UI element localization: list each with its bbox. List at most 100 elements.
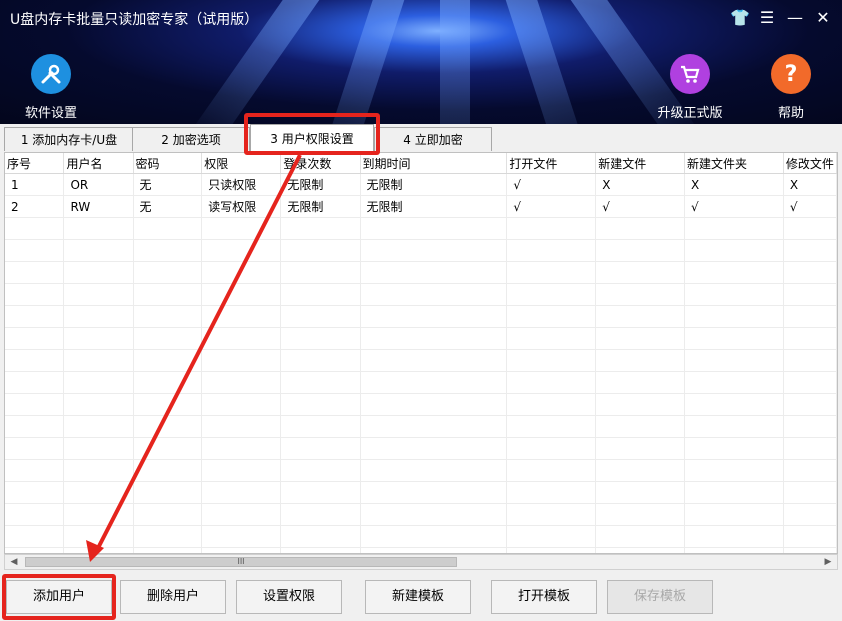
empty-cell	[133, 459, 203, 482]
table-cell: X	[595, 173, 686, 196]
empty-cell	[280, 283, 361, 306]
upgrade-button[interactable]: 升级正式版	[652, 54, 728, 121]
table-cell: 1	[5, 173, 65, 196]
empty-cell	[5, 371, 65, 394]
scroll-left-icon[interactable]: ◀	[7, 555, 21, 569]
empty-cell	[201, 349, 282, 372]
empty-cell	[360, 393, 508, 416]
empty-cell	[201, 327, 282, 350]
empty-cell	[280, 371, 361, 394]
add-user-button[interactable]: 添加用户	[6, 580, 112, 614]
empty-cell	[595, 481, 686, 504]
empty-cell	[133, 481, 203, 504]
col-header[interactable]: 权限	[201, 153, 282, 174]
empty-cell	[360, 239, 508, 262]
empty-cell	[783, 349, 837, 372]
empty-cell	[595, 217, 686, 240]
empty-cell	[684, 437, 784, 460]
empty-cell	[595, 349, 686, 372]
empty-cell	[783, 393, 837, 416]
settings-button[interactable]: 软件设置	[16, 54, 86, 121]
empty-cell	[684, 415, 784, 438]
col-header[interactable]: 密码	[133, 153, 203, 174]
empty-cell	[506, 503, 597, 526]
empty-row	[5, 217, 837, 240]
empty-cell	[280, 327, 361, 350]
col-header[interactable]: 打开文件	[506, 153, 597, 174]
empty-cell	[684, 503, 784, 526]
empty-cell	[595, 239, 686, 262]
set-permission-button[interactable]: 设置权限	[236, 580, 342, 614]
empty-cell	[63, 239, 134, 262]
shirt-icon[interactable]: 👕	[730, 8, 750, 27]
minimize-icon[interactable]: —	[786, 8, 804, 27]
empty-cell	[506, 481, 597, 504]
empty-row	[5, 349, 837, 372]
empty-cell	[783, 503, 837, 526]
col-header[interactable]: 新建文件	[595, 153, 686, 174]
empty-cell	[5, 459, 65, 482]
upgrade-label: 升级正式版	[657, 106, 723, 121]
empty-cell	[280, 217, 361, 240]
empty-cell	[5, 327, 65, 350]
col-header[interactable]: 序号	[5, 153, 65, 174]
empty-cell	[360, 217, 508, 240]
empty-cell	[783, 415, 837, 438]
empty-cell	[280, 239, 361, 262]
empty-cell	[506, 261, 597, 284]
empty-cell	[783, 481, 837, 504]
empty-cell	[63, 481, 134, 504]
empty-cell	[506, 349, 597, 372]
empty-cell	[506, 239, 597, 262]
empty-cell	[63, 525, 134, 548]
tab-user-permissions[interactable]: 3 用户权限设置	[250, 124, 374, 152]
tab-encrypt-options[interactable]: 2 加密选项	[132, 127, 250, 151]
help-button[interactable]: ? 帮助	[756, 54, 826, 121]
empty-cell	[506, 415, 597, 438]
col-header[interactable]: 登录次数	[280, 153, 361, 174]
horizontal-scrollbar[interactable]: ◀ III ▶	[4, 554, 838, 570]
empty-cell	[684, 327, 784, 350]
empty-cell	[133, 437, 203, 460]
empty-cell	[201, 239, 282, 262]
empty-row	[5, 437, 837, 460]
empty-cell	[684, 393, 784, 416]
scrollbar-thumb[interactable]: III	[25, 557, 457, 567]
table-cell: RW	[63, 195, 134, 218]
empty-cell	[133, 305, 203, 328]
app-header: U盘内存卡批量只读加密专家（试用版） 👕 ☰ — ✕ 软件设置 升级正式版 ? …	[0, 0, 842, 124]
help-icon: ?	[771, 54, 811, 94]
empty-cell	[684, 217, 784, 240]
empty-cell	[280, 481, 361, 504]
col-header[interactable]: 新建文件夹	[684, 153, 784, 174]
tab-add-card[interactable]: 1 添加内存卡/U盘	[4, 127, 134, 151]
delete-user-button[interactable]: 删除用户	[120, 580, 226, 614]
empty-cell	[5, 393, 65, 416]
empty-cell	[5, 217, 65, 240]
table-row[interactable]: 1 OR 无只读权限 无限制 无限制 √ X X X	[5, 173, 837, 196]
menu-icon[interactable]: ☰	[758, 8, 776, 27]
empty-cell	[684, 459, 784, 482]
empty-cell	[360, 525, 508, 548]
table-row[interactable]: 2 RW 无读写权限 无限制 无限制 √ √ √ √	[5, 195, 837, 218]
empty-cell	[63, 283, 134, 306]
empty-cell	[5, 283, 65, 306]
empty-row	[5, 503, 837, 526]
table-header: 序号 用户名 密码 权限 登录次数 到期时间 打开文件 新建文件 新建文件夹 修…	[5, 153, 837, 174]
empty-cell	[595, 283, 686, 306]
empty-cell	[360, 305, 508, 328]
empty-cell	[63, 349, 134, 372]
close-icon[interactable]: ✕	[814, 8, 832, 27]
empty-cell	[595, 459, 686, 482]
empty-cell	[280, 349, 361, 372]
empty-cell	[5, 261, 65, 284]
new-template-button[interactable]: 新建模板	[365, 580, 471, 614]
tab-encrypt-now[interactable]: 4 立即加密	[374, 127, 492, 151]
col-header[interactable]: 修改文件	[783, 153, 837, 174]
col-header[interactable]: 到期时间	[360, 153, 508, 174]
col-header[interactable]: 用户名	[63, 153, 134, 174]
empty-cell	[201, 305, 282, 328]
window-title: U盘内存卡批量只读加密专家（试用版）	[10, 12, 259, 28]
scroll-right-icon[interactable]: ▶	[821, 555, 835, 569]
open-template-button[interactable]: 打开模板	[491, 580, 597, 614]
